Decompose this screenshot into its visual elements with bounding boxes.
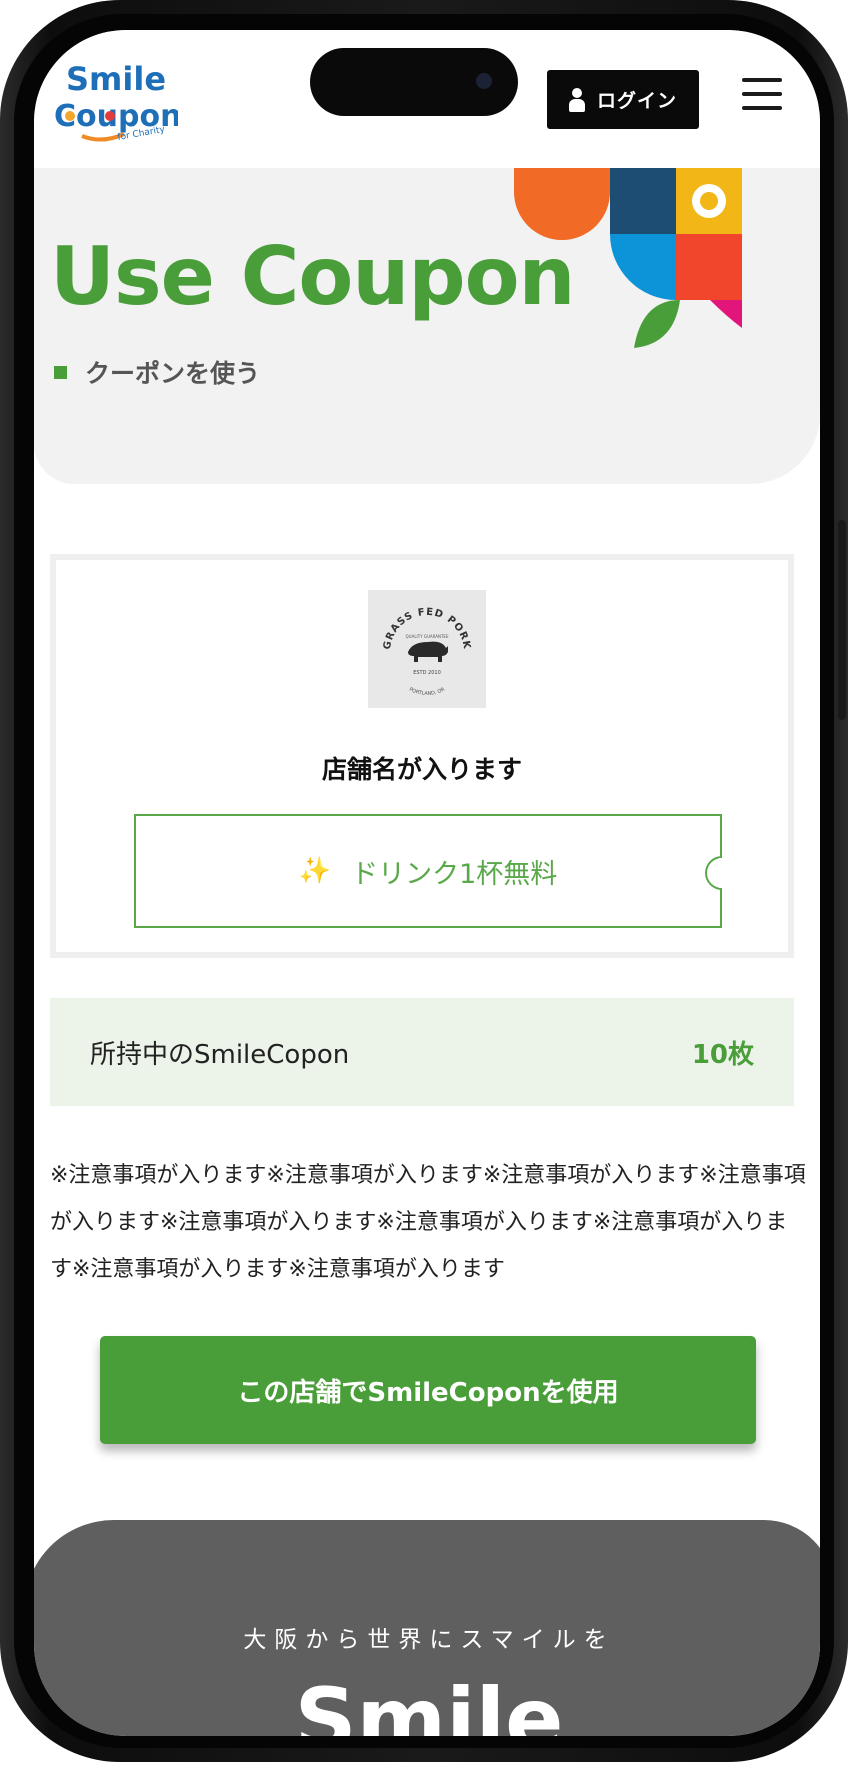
- site-header: Smile Coupon for Charity ログイン: [34, 30, 820, 168]
- screen: Smile Coupon for Charity ログイン Use Coupon…: [34, 30, 820, 1736]
- square-bullet-icon: [54, 365, 67, 379]
- person-icon: [568, 87, 585, 112]
- page-subtitle: クーポンを使う: [54, 354, 260, 390]
- side-button: [838, 520, 846, 720]
- login-label: ログイン: [596, 91, 677, 112]
- coupon-ticket[interactable]: ✨ ドリンク1杯無料: [134, 814, 722, 928]
- svg-text:ESTD 2010: ESTD 2010: [413, 670, 441, 676]
- coupon-balance-label: 所持中のSmileCopon: [90, 1039, 350, 1070]
- svg-text:QUALITY GUARANTEE: QUALITY GUARANTEE: [406, 634, 449, 639]
- footer-tagline: 大阪から世界にスマイルを: [243, 1627, 615, 1653]
- svg-text:Smile: Smile: [66, 60, 166, 98]
- coupon-card: GRASS FED PORK PORTLAND, OR QUALITY GUAR…: [50, 554, 794, 958]
- coupon-text: ドリンク1杯無料: [351, 858, 558, 890]
- page-subtitle-text: クーポンを使う: [85, 359, 261, 388]
- login-button[interactable]: ログイン: [547, 70, 699, 129]
- page-hero: Use Coupon クーポンを使う: [34, 168, 820, 484]
- coupon-balance-value: 10枚: [691, 1039, 754, 1070]
- site-footer: 大阪から世界にスマイルを Smile: [34, 1520, 820, 1736]
- footer-logo: Smile: [294, 1670, 564, 1736]
- shop-name: 店舗名が入ります: [321, 755, 522, 784]
- shop-logo: GRASS FED PORK PORTLAND, OR QUALITY GUAR…: [368, 590, 486, 708]
- dynamic-island: [310, 48, 518, 116]
- page-title: Use Coupon: [50, 230, 575, 323]
- coupon-balance: 所持中のSmileCopon 10枚: [50, 998, 794, 1106]
- camera-icon: [476, 73, 492, 89]
- smile-coupon-logo[interactable]: Smile Coupon for Charity: [52, 52, 178, 142]
- sparkle-icon: ✨: [298, 856, 332, 886]
- notes-text: ※注意事項が入ります※注意事項が入ります※注意事項が入ります※注意事項が入ります…: [50, 1163, 806, 1282]
- hamburger-menu-icon[interactable]: [742, 78, 782, 114]
- use-coupon-button[interactable]: この店舗でSmileCoponを使用: [100, 1336, 756, 1444]
